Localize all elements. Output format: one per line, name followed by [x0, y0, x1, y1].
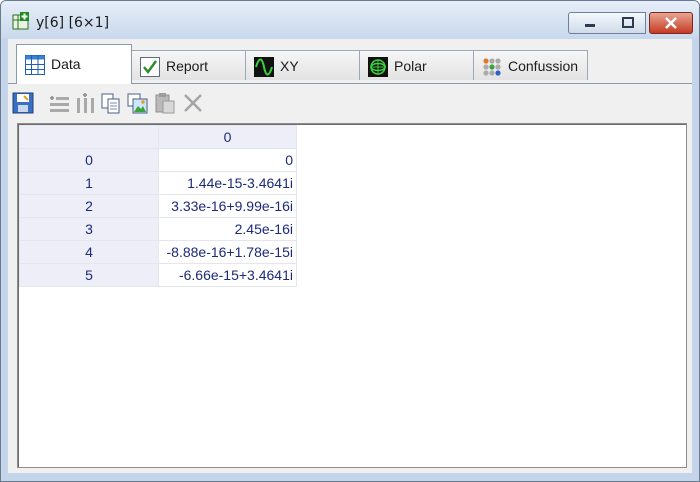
- tab-label: Polar: [394, 58, 427, 74]
- tab-strip: Data Report XY Polar Confussion: [8, 39, 692, 84]
- checkmark-icon: [140, 57, 160, 77]
- close-button[interactable]: [649, 12, 693, 34]
- tab-label: Confussion: [508, 58, 579, 74]
- app-window: y[6] [6×1] Data Report XY Polar Confussi…: [0, 0, 700, 482]
- copy-icon[interactable]: [100, 92, 122, 114]
- tab-label: Data: [51, 56, 81, 72]
- toolbar: [8, 84, 692, 118]
- tab-report[interactable]: Report: [131, 50, 246, 80]
- tab-polar[interactable]: Polar: [359, 50, 474, 80]
- tab-confussion[interactable]: Confussion: [473, 50, 588, 80]
- copy-image-icon[interactable]: [126, 92, 148, 114]
- grid-corner[interactable]: [19, 125, 159, 149]
- table-cell[interactable]: 2.45e-16i: [158, 217, 297, 241]
- header-row: 0: [19, 125, 297, 149]
- insert-column-icon[interactable]: [74, 92, 96, 114]
- matrix-app-icon: [12, 12, 30, 30]
- column-header[interactable]: 0: [158, 125, 297, 149]
- insert-row-icon[interactable]: [48, 92, 70, 114]
- row-header[interactable]: 5: [19, 263, 159, 287]
- window-client: Data Report XY Polar Confussion 0 0 0 1 …: [8, 39, 692, 473]
- row-header[interactable]: 3: [19, 217, 159, 241]
- table-icon: [25, 55, 45, 75]
- tab-xy[interactable]: XY: [245, 50, 360, 80]
- paste-icon[interactable]: [154, 92, 176, 114]
- data-table: 0 0 0 1 1.44e-15-3.4641i 2 3.33e-16+9.99…: [19, 125, 297, 287]
- delete-icon[interactable]: [182, 92, 204, 114]
- title-bar[interactable]: y[6] [6×1]: [1, 1, 699, 39]
- tab-data[interactable]: Data: [16, 44, 132, 84]
- table-row: 0 0: [19, 148, 297, 172]
- table-row: 3 2.45e-16i: [19, 217, 297, 241]
- table-row: 1 1.44e-15-3.4641i: [19, 171, 297, 195]
- xy-plot-icon: [254, 57, 274, 77]
- maximize-button[interactable]: [611, 12, 646, 34]
- row-header[interactable]: 4: [19, 240, 159, 264]
- row-header[interactable]: 0: [19, 148, 159, 172]
- tab-label: XY: [280, 58, 299, 74]
- row-header[interactable]: 1: [19, 171, 159, 195]
- save-icon[interactable]: [12, 92, 34, 114]
- minimize-button[interactable]: [568, 12, 613, 34]
- tab-label: Report: [166, 58, 209, 74]
- polar-plot-icon: [368, 57, 388, 77]
- table-row: 4 -8.88e-16+1.78e-15i: [19, 240, 297, 264]
- table-cell[interactable]: -8.88e-16+1.78e-15i: [158, 240, 297, 264]
- table-cell[interactable]: 1.44e-15-3.4641i: [158, 171, 297, 195]
- table-row: 2 3.33e-16+9.99e-16i: [19, 194, 297, 218]
- table-cell[interactable]: 3.33e-16+9.99e-16i: [158, 194, 297, 218]
- data-grid[interactable]: 0 0 0 1 1.44e-15-3.4641i 2 3.33e-16+9.99…: [17, 123, 687, 468]
- row-header[interactable]: 2: [19, 194, 159, 218]
- window-title: y[6] [6×1]: [36, 15, 110, 31]
- table-cell[interactable]: -6.66e-15+3.4641i: [158, 263, 297, 287]
- table-cell[interactable]: 0: [158, 148, 297, 172]
- table-row: 5 -6.66e-15+3.4641i: [19, 263, 297, 287]
- confusion-matrix-icon: [482, 57, 502, 77]
